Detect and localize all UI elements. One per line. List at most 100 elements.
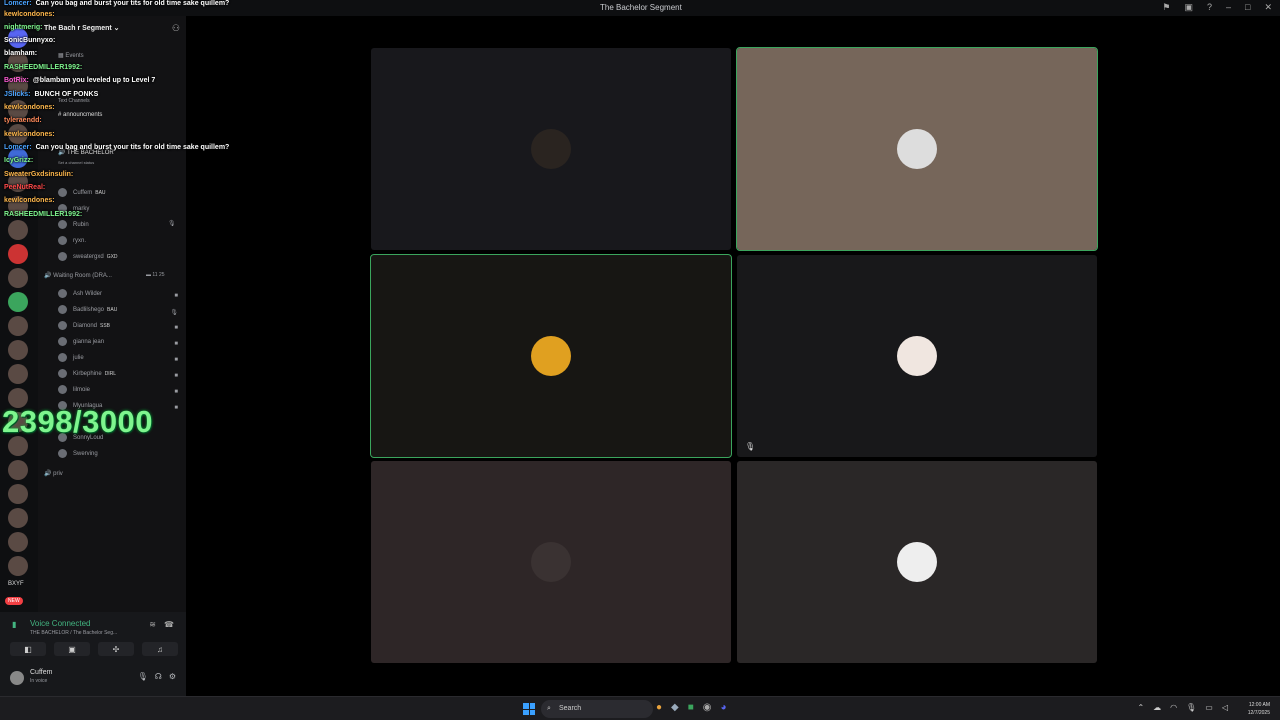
close-icon[interactable]: ✕ — [1264, 2, 1272, 13]
channel-announcements[interactable]: # announcments — [58, 112, 102, 118]
avatar — [58, 449, 67, 458]
mic-icon[interactable]: 🎙 — [1186, 703, 1196, 712]
avatar — [531, 542, 571, 582]
server-icon[interactable] — [8, 52, 28, 72]
add-member-icon[interactable]: ⚇ — [172, 23, 180, 34]
channel-list: The Bach r Segment ⌄ ⚇ ▦ Events Text Cha… — [38, 16, 186, 612]
voice-connected-label[interactable]: Voice Connected — [30, 619, 91, 628]
avatar — [58, 236, 67, 245]
screen-share-button[interactable]: ▣ — [54, 642, 90, 656]
taskbar-search[interactable]: ⌕ Search — [541, 700, 653, 718]
member-row[interactable]: gianna jean — [58, 337, 104, 346]
voice-buttons: ◧ ▣ ✣ ♫ — [10, 642, 178, 656]
mic-icon[interactable]: 🎙 — [138, 672, 148, 681]
inbox-icon[interactable]: ⚑ — [1162, 2, 1170, 13]
video-tile[interactable]: 🎙 — [737, 255, 1097, 457]
member-row[interactable]: Kirbephine DIRL — [58, 369, 116, 378]
server-icon[interactable] — [8, 532, 28, 552]
headphones-icon[interactable]: ☊ — [155, 672, 162, 681]
new-badge[interactable]: NEW — [5, 597, 23, 605]
member-row[interactable]: julie — [58, 353, 84, 362]
member-row[interactable]: Badlilshego BAU — [58, 305, 117, 314]
server-icon[interactable] — [8, 100, 28, 120]
voice-location[interactable]: THE BACHELOR / The Bachelor Seg... — [30, 630, 117, 636]
gear-icon[interactable]: ⚙ — [169, 672, 176, 681]
server-icon[interactable] — [8, 28, 28, 48]
steam-icon[interactable]: ◆ — [671, 702, 679, 713]
clock[interactable]: 12:00 AM 12/7/2025 — [1248, 701, 1270, 717]
app-icon[interactable]: ◉ — [703, 702, 712, 713]
app-icon[interactable]: ■ — [688, 702, 694, 713]
server-icon[interactable] — [8, 364, 28, 384]
member-row[interactable]: Diamond SSB — [58, 321, 110, 330]
waiting-room-channel[interactable]: 🔊 Waiting Room (DRA... — [44, 272, 112, 279]
camera-icon: ■ — [174, 325, 178, 331]
avatar — [58, 289, 67, 298]
member-row[interactable]: ryxn. — [58, 236, 86, 245]
volume-icon[interactable]: ◁ — [1222, 703, 1228, 712]
video-tile[interactable] — [737, 461, 1097, 663]
server-icon[interactable] — [8, 172, 28, 192]
server-icon[interactable] — [8, 340, 28, 360]
server-icon[interactable] — [8, 316, 28, 336]
avatar — [58, 305, 67, 314]
help-icon[interactable]: ? — [1207, 2, 1212, 13]
server-icon[interactable] — [8, 244, 28, 264]
channel-status[interactable]: Set a channel status — [58, 160, 94, 165]
voice-channel-bachelor[interactable]: 🔊 THE BACHELOR — [58, 149, 114, 156]
server-icon[interactable] — [8, 76, 28, 96]
display-icon[interactable]: ▭ — [1205, 703, 1213, 712]
avatar — [58, 321, 67, 330]
server-icon[interactable] — [8, 484, 28, 504]
server-label[interactable]: BXYF — [8, 581, 24, 587]
chevron-up-icon[interactable]: ⌃ — [1137, 703, 1144, 712]
server-icon[interactable] — [8, 556, 28, 576]
server-icon[interactable] — [8, 508, 28, 528]
member-row[interactable]: Ash Wilder — [58, 289, 102, 298]
cloud-icon[interactable]: ☁ — [1153, 703, 1161, 712]
disconnect-icon[interactable]: ☎ — [164, 620, 174, 629]
text-channels-header[interactable]: Text Channels — [58, 98, 90, 104]
server-icon[interactable] — [8, 148, 28, 168]
server-name[interactable]: The Bach r Segment ⌄ — [44, 24, 120, 32]
video-tile[interactable] — [371, 461, 731, 663]
member-row[interactable]: Swerving — [58, 449, 98, 458]
camera-icon: ■ — [174, 341, 178, 347]
member-row[interactable]: sweatergxd GXD — [58, 252, 118, 261]
video-tile[interactable] — [371, 48, 731, 250]
avatar — [58, 369, 67, 378]
chrome-icon[interactable]: ● — [656, 702, 662, 713]
maximize-icon[interactable]: □ — [1245, 2, 1250, 13]
server-icon[interactable] — [8, 124, 28, 144]
events-item[interactable]: ▦ Events — [58, 52, 84, 59]
voice-panel: ▮ Voice Connected THE BACHELOR / The Bac… — [0, 612, 186, 696]
video-stage: 🎙 — [186, 16, 1280, 696]
video-tile-speaking[interactable] — [736, 47, 1098, 251]
priv-channel[interactable]: 🔊 priv — [44, 470, 63, 477]
video-tile-speaking[interactable] — [370, 254, 732, 458]
camera-button[interactable]: ◧ — [10, 642, 46, 656]
server-icon[interactable] — [8, 220, 28, 240]
avatar — [531, 129, 571, 169]
avatar — [58, 337, 67, 346]
discord-icon[interactable]: ◕ — [721, 702, 727, 713]
activities-button[interactable]: ✣ — [98, 642, 134, 656]
server-icon[interactable] — [8, 460, 28, 480]
wifi-icon[interactable]: ◠ — [1170, 703, 1177, 712]
server-icon[interactable] — [8, 196, 28, 216]
server-icon[interactable] — [8, 268, 28, 288]
minimize-icon[interactable]: – — [1226, 2, 1231, 13]
avatar — [58, 188, 67, 197]
member-row[interactable]: lilmoie — [58, 385, 90, 394]
soundboard-button[interactable]: ♫ — [142, 642, 178, 656]
member-row[interactable]: marky — [58, 204, 89, 213]
member-row[interactable]: Cuffem BAU — [58, 188, 106, 197]
server-icon[interactable] — [8, 292, 28, 312]
window-title: The Bachelor Segment — [600, 3, 682, 12]
start-button[interactable] — [523, 703, 535, 715]
screen-icon[interactable]: ▣ — [1184, 2, 1193, 13]
server-list: BXYF — [0, 16, 38, 612]
noise-suppression-icon[interactable]: ≋ — [149, 620, 156, 629]
user-panel[interactable]: Cuffem In voice 🎙 ☊ ⚙ — [10, 669, 176, 689]
member-row[interactable]: Rubin 🎙 — [58, 220, 176, 229]
